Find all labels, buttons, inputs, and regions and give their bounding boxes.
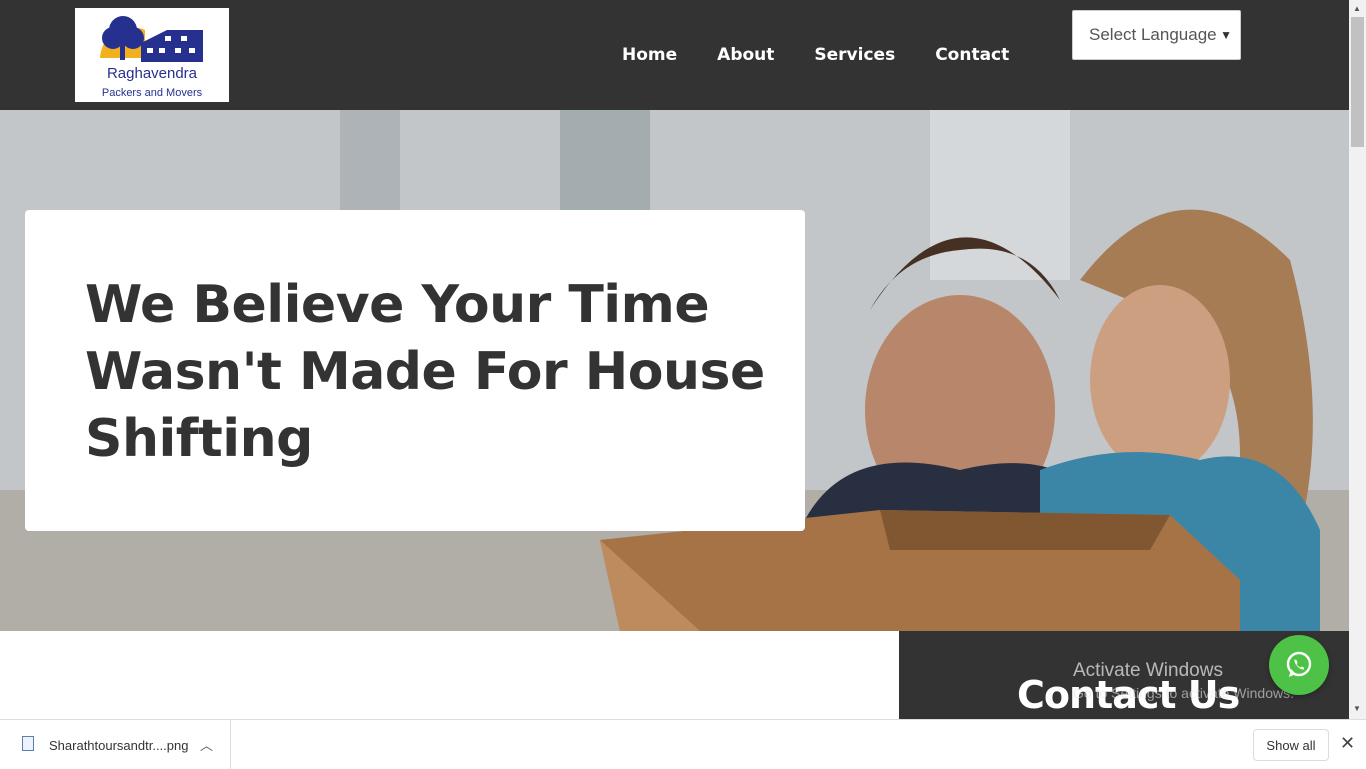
nav-contact[interactable]: Contact [935,45,1009,65]
chevron-down-icon: ▼ [1220,28,1232,42]
whatsapp-button[interactable] [1269,635,1329,695]
show-all-button[interactable]: Show all [1253,729,1329,761]
logo-name: Raghavendra [106,65,198,82]
site-header: Raghavendra Packers and Movers Home Abou… [0,0,1349,110]
hero-section: We Believe Your Time Wasn't Made For Hou… [0,110,1349,631]
download-bar: Sharathtoursandtr....png ︿ Show all ✕ [0,719,1366,769]
hero-card: We Believe Your Time Wasn't Made For Hou… [25,210,805,531]
language-select[interactable]: Select Language ▼ [1072,10,1241,60]
nav-home[interactable]: Home [622,45,677,65]
download-item[interactable]: Sharathtoursandtr....png ︿ [0,720,231,769]
page-scrollbar[interactable]: ▲ ▼ [1349,0,1366,719]
chevron-up-icon[interactable]: ︿ [200,735,213,754]
scroll-thumb[interactable] [1351,17,1364,147]
hero-title: We Believe Your Time Wasn't Made For Hou… [85,275,765,469]
scroll-up-icon[interactable]: ▲ [1353,4,1361,13]
file-icon [22,736,34,751]
nav-services[interactable]: Services [814,45,895,65]
whatsapp-icon [1286,651,1312,677]
nav-about[interactable]: About [717,45,774,65]
language-select-value: Select Language [1089,25,1217,44]
close-icon[interactable]: ✕ [1340,733,1355,754]
logo-graphic [100,16,203,62]
logo-tagline: Packers and Movers [101,87,203,99]
activate-windows-subtitle: Go to Settings to activate Windows. [1073,685,1294,701]
browser-viewport: Raghavendra Packers and Movers Home Abou… [0,0,1349,719]
site-logo[interactable]: Raghavendra Packers and Movers [75,8,229,102]
download-file-name: Sharathtoursandtr....png [49,738,189,753]
activate-windows-title: Activate Windows [1073,660,1223,681]
main-nav: Home About Services Contact [622,45,1049,65]
scroll-down-icon[interactable]: ▼ [1353,704,1361,713]
